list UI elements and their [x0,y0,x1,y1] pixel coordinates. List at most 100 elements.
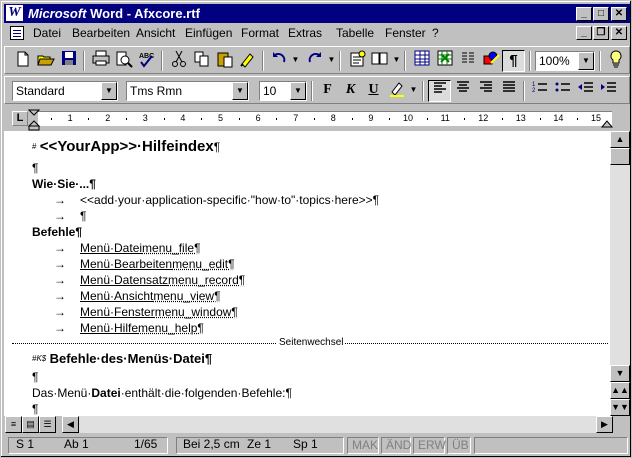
tip-wizard-icon[interactable] [604,50,627,72]
autotext-icon[interactable] [345,50,368,72]
macro-record-indicator[interactable]: MAK [347,437,379,454]
scroll-right-icon[interactable]: ▶ [596,416,613,433]
ruler-tick [50,118,52,120]
font-combo[interactable]: Tms Rmn ▼ [126,81,249,101]
scroll-down-icon[interactable]: ▼ [610,365,630,382]
align-center-icon[interactable] [451,80,474,102]
footnote-mark: # [32,142,37,151]
chevron-down-icon[interactable]: ▼ [290,82,306,100]
menu-ansicht[interactable]: Ansicht [136,24,175,43]
status-section: S 1 [16,437,35,451]
chevron-down-icon[interactable]: ▼ [232,82,248,100]
extend-selection-indicator[interactable]: ERW [413,437,446,454]
menu-extras[interactable]: Extras [288,24,322,43]
command-link-help[interactable]: → Menü·Hilfemenu_help¶ [54,320,204,336]
horizontal-scrollbar[interactable]: ◀ ▶ [62,416,613,433]
track-changes-indicator[interactable]: ÄND [381,437,411,454]
highlight-icon[interactable] [385,80,408,102]
font-size-combo[interactable]: 10 ▼ [259,81,307,101]
open-folder-icon[interactable] [34,50,57,72]
highlight-dropdown[interactable]: ▼ [408,80,419,102]
overtype-indicator[interactable]: ÜB [447,437,471,454]
insert-address-icon[interactable] [368,50,391,72]
menu-fenster[interactable]: Fenster [385,24,426,43]
decrease-indent-icon[interactable] [574,80,597,102]
close-button[interactable]: ✕ [611,7,627,21]
toolbar-separator [339,51,341,71]
word-logo-icon[interactable]: W [6,5,23,21]
align-left-icon[interactable] [428,80,451,102]
format-painter-icon[interactable] [236,50,259,72]
zoom-combo[interactable]: 100% ▼ [535,51,595,71]
undo-icon[interactable] [267,50,290,72]
page-layout-view-icon[interactable]: ▤ [22,416,39,433]
insert-excel-icon[interactable] [433,50,456,72]
ruler-number: 3 [142,113,148,123]
status-page-count: 1/65 [134,437,158,451]
command-link-window[interactable]: → Menü·Fenstermenu_window¶ [54,304,238,320]
right-indent-marker-icon[interactable] [601,120,613,129]
show-formatting-icon[interactable]: ¶ [502,50,525,72]
justify-icon[interactable] [497,80,520,102]
print-icon[interactable] [89,50,112,72]
doc-close-button[interactable]: ✕ [611,26,627,40]
ruler-strip[interactable]: 1 2 3 4 5 6 7 8 9 10 11 12 13 14 15 [32,111,612,126]
menu-datei[interactable]: Datei [33,24,61,43]
doc-minimize-button[interactable]: _ [576,26,592,40]
next-page-icon[interactable]: ▼▼ [610,399,630,416]
command-link-record[interactable]: → Menü·Datensatzmenu_record¶ [54,272,245,288]
insert-table-icon[interactable] [410,50,433,72]
menu-einfuegen[interactable]: Einfügen [185,24,232,43]
undo-dropdown[interactable]: ▼ [290,50,301,72]
title-bar[interactable]: W Microsoft Word - Afxcore.rtf _ □ ✕ [4,4,630,23]
copy-icon[interactable] [190,50,213,72]
italic-button[interactable]: K [339,80,362,102]
new-document-icon[interactable] [11,50,34,72]
redo-dropdown[interactable]: ▼ [326,50,337,72]
ruler-number: 10 [403,113,414,123]
paste-icon[interactable] [213,50,236,72]
indent-marker-icon[interactable] [28,109,40,131]
command-link-edit[interactable]: → Menü·Bearbeitenmenu_edit¶ [54,256,235,272]
menu-tabelle[interactable]: Tabelle [336,24,374,43]
cut-icon[interactable] [167,50,190,72]
ruler-tick [126,118,127,120]
columns-icon[interactable] [456,50,479,72]
normal-view-icon[interactable]: ≡ [5,416,22,433]
drawing-icon[interactable] [479,50,502,72]
menu-format[interactable]: Format [241,24,279,43]
status-page: Ab 1 [64,437,89,451]
chevron-down-icon[interactable]: ▼ [578,52,594,70]
minimize-button[interactable]: _ [576,7,592,21]
previous-page-icon[interactable]: ▲▲ [610,382,630,399]
scroll-left-icon[interactable]: ◀ [62,416,79,433]
increase-indent-icon[interactable] [597,80,620,102]
menu-help[interactable]: ? [432,24,439,43]
ruler-number: 4 [180,113,186,123]
insert-address-dropdown[interactable]: ▼ [391,50,402,72]
style-combo[interactable]: Standard ▼ [12,81,118,101]
tab-selector-button[interactable]: L [12,111,28,126]
doc-restore-button[interactable]: ❐ [593,26,609,40]
bullets-icon[interactable] [551,80,574,102]
menu-bearbeiten[interactable]: Bearbeiten [72,24,130,43]
outline-view-icon[interactable]: ☰ [39,416,56,433]
print-preview-icon[interactable] [112,50,135,72]
document-icon[interactable] [10,26,24,40]
command-link-view[interactable]: → Menü·Ansichtmenu_view¶ [54,288,221,304]
redo-icon[interactable] [303,50,326,72]
ruler-tick [314,118,315,120]
chevron-down-icon[interactable]: ▼ [101,82,117,100]
bold-button[interactable]: F [316,80,339,102]
vertical-scrollbar[interactable]: ▲ ▼ ▲▲ ▼▼ [610,131,630,416]
command-link-file[interactable]: → Menü·Dateimenu_file¶ [54,240,201,256]
underline-button[interactable]: U [362,80,385,102]
save-icon[interactable] [57,50,80,72]
spellcheck-icon[interactable]: ABC [135,50,158,72]
scroll-thumb[interactable] [610,148,630,165]
document-area[interactable]: # <<YourApp>>·Hilfeindex¶ ¶ Wie·Sie·...¶… [4,131,610,416]
scroll-up-icon[interactable]: ▲ [610,131,630,148]
align-right-icon[interactable] [474,80,497,102]
numbering-icon[interactable]: 12 [528,80,551,102]
maximize-button[interactable]: □ [593,7,609,21]
